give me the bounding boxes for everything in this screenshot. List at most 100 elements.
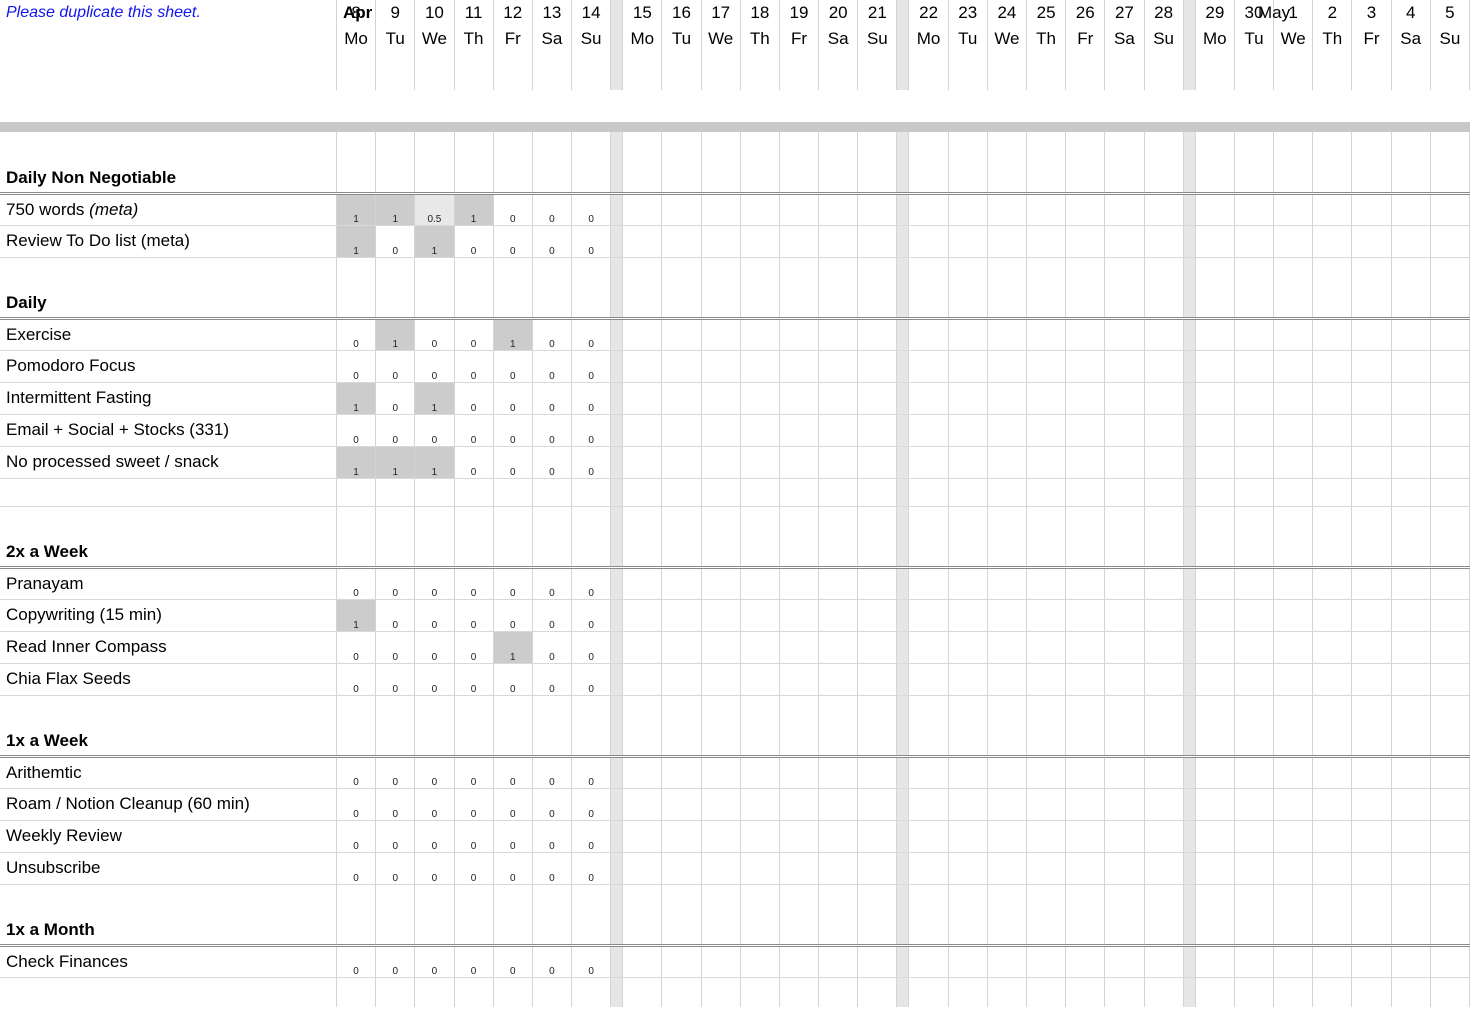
habit-value-cell[interactable]: 0	[493, 446, 533, 479]
habit-value-cell[interactable]: 0	[571, 756, 612, 789]
habit-value-cell[interactable]	[1026, 852, 1067, 885]
habit-name-cell[interactable]: Pranayam	[0, 567, 337, 600]
habit-value-cell[interactable]: 0	[454, 350, 494, 383]
habit-value-cell[interactable]	[948, 820, 988, 853]
habit-value-cell[interactable]	[1430, 506, 1470, 569]
date-header-cell[interactable]: 19 Fr	[779, 0, 820, 90]
habit-value-cell[interactable]	[701, 756, 741, 789]
date-header-cell[interactable]: 14 Su	[571, 0, 612, 90]
habit-value-cell[interactable]	[740, 977, 780, 1007]
habit-value-cell[interactable]	[779, 631, 820, 664]
habit-value-cell[interactable]: 0	[336, 663, 377, 696]
habit-value-cell[interactable]	[987, 446, 1028, 479]
habit-value-cell[interactable]: 0	[375, 225, 416, 258]
habit-value-cell[interactable]	[740, 820, 780, 853]
habit-value-cell[interactable]	[818, 257, 859, 320]
habit-name-cell[interactable]: Weekly Review	[0, 820, 337, 853]
habit-value-cell[interactable]: 0	[532, 756, 573, 789]
habit-value-cell[interactable]	[1391, 318, 1431, 351]
habit-value-cell[interactable]	[818, 599, 859, 632]
habit-value-cell[interactable]	[1104, 852, 1145, 885]
habit-name-cell[interactable]: Unsubscribe	[0, 852, 337, 885]
habit-value-cell[interactable]	[1430, 852, 1470, 885]
habit-value-cell[interactable]	[1391, 414, 1431, 447]
habit-value-cell[interactable]	[493, 977, 533, 1007]
habit-value-cell[interactable]	[1234, 820, 1275, 853]
habit-value-cell[interactable]	[818, 852, 859, 885]
habit-value-cell[interactable]	[1312, 695, 1353, 758]
habit-value-cell[interactable]	[1234, 193, 1275, 226]
habit-value-cell[interactable]	[1065, 756, 1106, 789]
habit-value-cell[interactable]	[1234, 257, 1275, 320]
habit-value-cell[interactable]	[661, 478, 702, 507]
habit-value-cell[interactable]	[779, 350, 820, 383]
habit-value-cell[interactable]: 0	[571, 446, 612, 479]
habit-value-cell[interactable]	[1144, 820, 1184, 853]
habit-value-cell[interactable]	[740, 193, 780, 226]
habit-value-cell[interactable]	[987, 506, 1028, 569]
habit-value-cell[interactable]	[1104, 382, 1145, 415]
habit-value-cell[interactable]	[857, 225, 898, 258]
habit-value-cell[interactable]	[1026, 567, 1067, 600]
habit-value-cell[interactable]	[1430, 631, 1470, 664]
habit-value-cell[interactable]	[818, 977, 859, 1007]
habit-value-cell[interactable]: 0	[414, 414, 455, 447]
habit-value-cell[interactable]	[1351, 478, 1392, 507]
habit-value-cell[interactable]	[622, 506, 663, 569]
habit-value-cell[interactable]	[701, 599, 741, 632]
habit-value-cell[interactable]	[948, 193, 988, 226]
date-header-cell[interactable]: 21 Su	[857, 0, 898, 90]
habit-value-cell[interactable]: 0	[454, 318, 494, 351]
habit-value-cell[interactable]	[622, 318, 663, 351]
habit-value-cell[interactable]: 0	[532, 414, 573, 447]
habit-value-cell[interactable]	[1144, 695, 1184, 758]
habit-value-cell[interactable]	[1065, 695, 1106, 758]
section-title-cell[interactable]: Daily	[0, 257, 337, 320]
date-header-cell[interactable]: 13 Sa	[532, 0, 573, 90]
habit-value-cell[interactable]	[987, 318, 1028, 351]
habit-value-cell[interactable]	[661, 132, 702, 195]
habit-value-cell[interactable]	[857, 852, 898, 885]
habit-value-cell[interactable]: 0	[571, 567, 612, 600]
habit-value-cell[interactable]	[622, 945, 663, 978]
habit-value-cell[interactable]	[1065, 257, 1106, 320]
habit-value-cell[interactable]	[1391, 631, 1431, 664]
habit-value-cell[interactable]	[818, 567, 859, 600]
habit-value-cell[interactable]: 0	[375, 852, 416, 885]
habit-name-cell[interactable]: Copywriting (15 min)	[0, 599, 337, 632]
habit-value-cell[interactable]	[779, 567, 820, 600]
habit-value-cell[interactable]	[1312, 414, 1353, 447]
habit-value-cell[interactable]	[779, 506, 820, 569]
habit-value-cell[interactable]	[571, 884, 612, 947]
habit-value-cell[interactable]	[740, 945, 780, 978]
habit-value-cell[interactable]	[454, 478, 494, 507]
habit-value-cell[interactable]	[1430, 350, 1470, 383]
habit-value-cell[interactable]	[701, 945, 741, 978]
habit-value-cell[interactable]: 1	[336, 599, 377, 632]
habit-value-cell[interactable]	[1104, 318, 1145, 351]
habit-value-cell[interactable]	[1351, 446, 1392, 479]
habit-value-cell[interactable]	[908, 350, 949, 383]
habit-value-cell[interactable]	[1312, 788, 1353, 821]
habit-value-cell[interactable]	[987, 478, 1028, 507]
habit-value-cell[interactable]: 0	[571, 663, 612, 696]
habit-value-cell[interactable]	[1430, 414, 1470, 447]
habit-value-cell[interactable]: 0	[375, 788, 416, 821]
habit-value-cell[interactable]	[1351, 695, 1392, 758]
habit-value-cell[interactable]	[1026, 225, 1067, 258]
habit-value-cell[interactable]	[1065, 945, 1106, 978]
habit-value-cell[interactable]	[1273, 756, 1314, 789]
habit-value-cell[interactable]: 0	[493, 414, 533, 447]
habit-value-cell[interactable]	[779, 756, 820, 789]
habit-value-cell[interactable]	[701, 132, 741, 195]
habit-value-cell[interactable]	[1144, 506, 1184, 569]
habit-value-cell[interactable]: 0	[336, 631, 377, 664]
habit-value-cell[interactable]	[701, 446, 741, 479]
habit-value-cell[interactable]	[987, 414, 1028, 447]
habit-value-cell[interactable]	[1351, 788, 1392, 821]
habit-value-cell[interactable]	[622, 977, 663, 1007]
habit-value-cell[interactable]	[987, 257, 1028, 320]
habit-value-cell[interactable]: 0	[454, 225, 494, 258]
date-header-cell[interactable]: 17 We	[701, 0, 741, 90]
habit-value-cell[interactable]	[571, 977, 612, 1007]
